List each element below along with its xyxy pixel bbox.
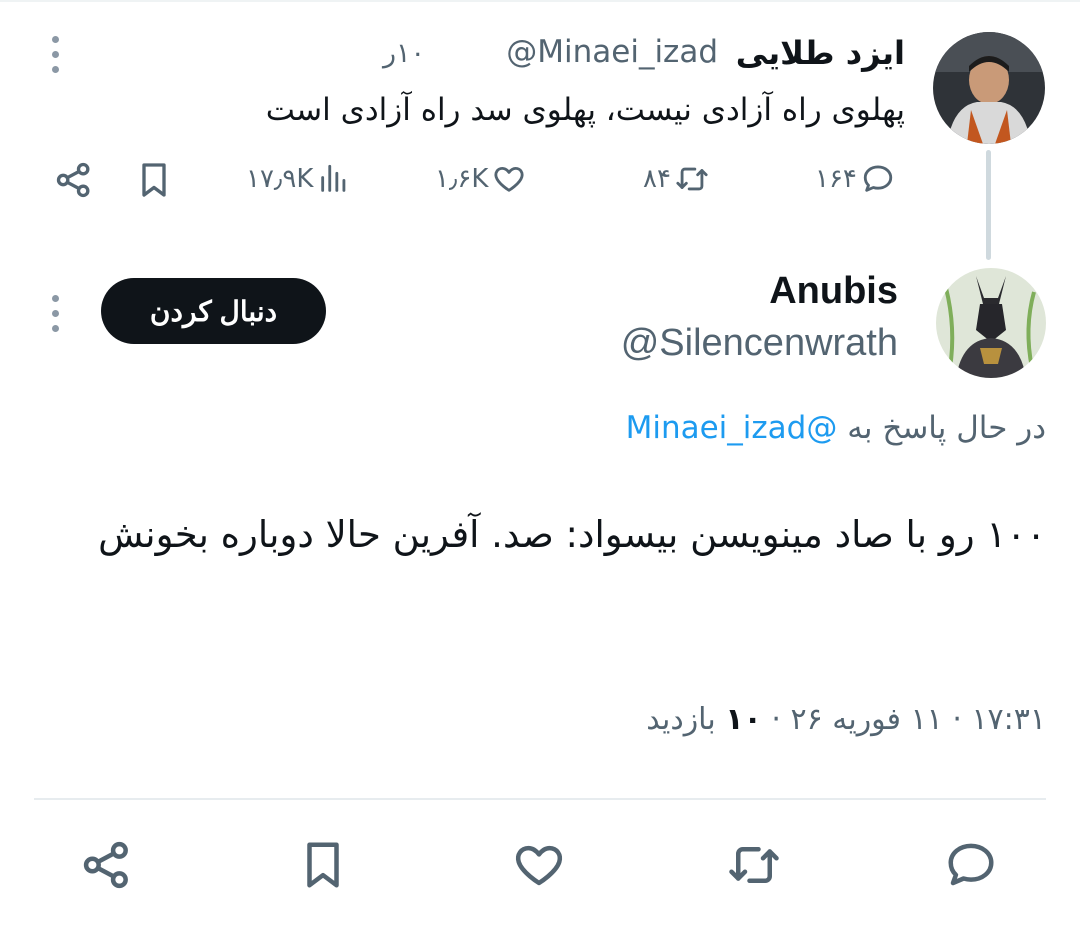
parent-author-name[interactable]: ایزد طلایی <box>736 34 905 72</box>
views-icon <box>321 164 346 192</box>
parent-retweet-button[interactable]: ۸۴ <box>643 162 709 196</box>
parent-reply-button[interactable]: ۱۶۴ <box>815 162 895 196</box>
like-count: ۱٫۶K <box>435 164 489 194</box>
retweet-count: ۸۴ <box>643 164 671 194</box>
heart-icon <box>494 166 524 192</box>
like-button[interactable] <box>512 838 566 896</box>
reply-icon <box>948 843 994 886</box>
thread-line <box>986 150 991 260</box>
tweet-meta: ۱۷:۳۱ · ۱۱ فوریه ۲۶ · ۱۰ بازدید <box>646 702 1046 737</box>
parent-like-button[interactable]: ۱٫۶K <box>435 162 526 196</box>
replying-to-line: در حال پاسخ به @Minaei_izad <box>626 410 1046 446</box>
reply-count: ۱۶۴ <box>815 164 857 194</box>
reply-tweet-text: ۱۰۰ رو با صاد مینویسن بیسواد: صد. آفرین … <box>98 513 1046 556</box>
avatar-izad[interactable] <box>933 32 1045 144</box>
share-button[interactable] <box>80 838 134 896</box>
parent-bookmark-button[interactable] <box>134 160 174 204</box>
replying-prefix: در حال پاسخ به <box>847 410 1046 446</box>
bookmark-icon <box>142 163 166 197</box>
meta-separator: · <box>952 702 962 737</box>
bookmark-icon <box>307 842 339 888</box>
replying-mention-link[interactable]: @Minaei_izad <box>626 410 838 446</box>
avatar-anubis[interactable] <box>936 268 1046 378</box>
follow-button[interactable]: دنبال کردن <box>101 278 326 344</box>
top-divider <box>0 0 1080 2</box>
views-label: بازدید <box>646 702 716 737</box>
tweet-time: ۱۷:۳۱ <box>971 702 1046 737</box>
parent-share-button[interactable] <box>54 160 94 204</box>
tweet-date: ۱۱ فوریه ۲۶ <box>790 702 943 737</box>
meta-separator: · <box>771 702 781 737</box>
parent-more-icon[interactable] <box>48 36 62 73</box>
retweet-icon <box>729 847 779 883</box>
reply-button[interactable] <box>944 838 998 896</box>
bookmark-button[interactable] <box>296 838 350 896</box>
retweet-icon <box>676 167 708 191</box>
reply-more-icon[interactable] <box>48 295 62 332</box>
action-bar-divider <box>34 798 1046 800</box>
share-icon <box>56 162 90 198</box>
parent-tweet-text: پهلوی راه آزادی نیست، پهلوی سد راه آزادی… <box>265 92 905 128</box>
views-count: ۱۰ <box>725 702 762 737</box>
reply-author-name[interactable]: Anubis <box>769 270 898 313</box>
parent-time: ۱۰ر <box>382 38 425 69</box>
reply-handle[interactable]: @Silencenwrath <box>621 322 898 365</box>
views-count: ۱۷٫۹K <box>246 164 314 194</box>
retweet-button[interactable] <box>727 838 781 896</box>
reply-icon <box>863 165 893 192</box>
heart-icon <box>515 845 563 886</box>
share-icon <box>83 841 128 889</box>
parent-views-button[interactable]: ۱۷٫۹K <box>246 162 351 196</box>
parent-handle[interactable]: @Minaei_izad <box>506 34 718 70</box>
